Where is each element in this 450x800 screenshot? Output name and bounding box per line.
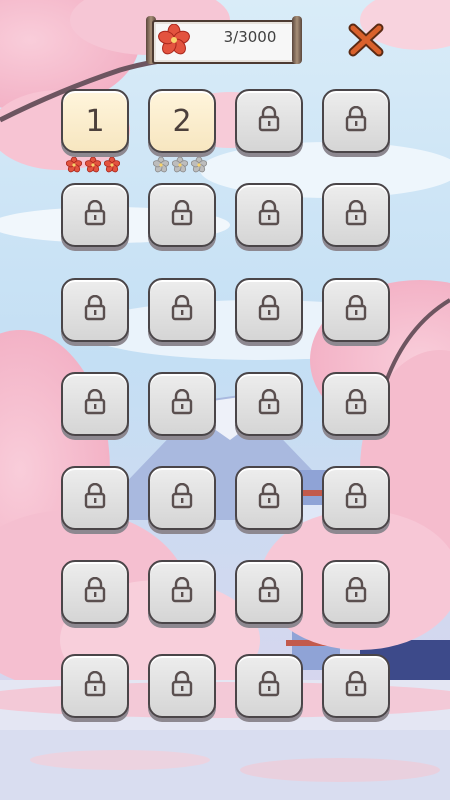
lock-icon	[171, 670, 193, 701]
star-empty-icon	[152, 156, 170, 177]
level-tile-locked[interactable]	[235, 278, 303, 342]
star-filled-icon	[103, 156, 121, 177]
level-number: 1	[85, 103, 105, 139]
level-tile-locked[interactable]	[148, 372, 216, 436]
level-tile-locked[interactable]	[148, 183, 216, 247]
lock-icon	[171, 576, 193, 607]
level-tile-1[interactable]: 1	[61, 89, 129, 153]
level-tile-locked[interactable]	[61, 372, 129, 436]
level-tile-locked[interactable]	[61, 654, 129, 718]
lock-icon	[258, 576, 280, 607]
level-tile-locked[interactable]	[61, 560, 129, 624]
level-tile-locked[interactable]	[235, 183, 303, 247]
level-tile-locked[interactable]	[322, 89, 390, 153]
lock-icon	[171, 482, 193, 513]
level-tile-locked[interactable]	[235, 372, 303, 436]
lock-icon	[345, 105, 367, 136]
lock-icon	[345, 294, 367, 325]
level-tile-2[interactable]: 2	[148, 89, 216, 153]
lock-icon	[345, 670, 367, 701]
level-stars	[152, 156, 208, 177]
star-empty-icon	[171, 156, 189, 177]
lock-icon	[171, 388, 193, 419]
lock-icon	[345, 199, 367, 230]
level-number: 2	[172, 103, 192, 139]
level-tile-locked[interactable]	[322, 560, 390, 624]
level-tile-locked[interactable]	[148, 466, 216, 530]
lock-icon	[345, 576, 367, 607]
level-tile-locked[interactable]	[322, 183, 390, 247]
level-tile-locked[interactable]	[322, 466, 390, 530]
close-icon	[348, 23, 384, 57]
level-tile-locked[interactable]	[235, 89, 303, 153]
lock-icon	[171, 294, 193, 325]
level-stars	[65, 156, 121, 177]
scroll-rod-right	[292, 16, 302, 64]
lock-icon	[171, 199, 193, 230]
lock-icon	[258, 294, 280, 325]
cherry-blossom-icon	[158, 24, 190, 55]
level-tile-locked[interactable]	[148, 560, 216, 624]
level-tile-locked[interactable]	[61, 278, 129, 342]
level-tile-locked[interactable]	[235, 466, 303, 530]
lock-icon	[84, 670, 106, 701]
lock-icon	[84, 576, 106, 607]
score-counter: 3/3000	[223, 28, 277, 46]
level-tile-locked[interactable]	[322, 372, 390, 436]
lock-icon	[258, 388, 280, 419]
lock-icon	[84, 294, 106, 325]
lock-icon	[84, 482, 106, 513]
lock-icon	[84, 199, 106, 230]
lock-icon	[258, 670, 280, 701]
level-tile-locked[interactable]	[322, 278, 390, 342]
lock-icon	[258, 105, 280, 136]
level-tile-locked[interactable]	[148, 654, 216, 718]
star-empty-icon	[190, 156, 208, 177]
level-tile-locked[interactable]	[235, 654, 303, 718]
star-filled-icon	[65, 156, 83, 177]
lock-icon	[258, 482, 280, 513]
score-scroll: 3/3000	[146, 16, 302, 64]
level-tile-locked[interactable]	[235, 560, 303, 624]
lock-icon	[258, 199, 280, 230]
level-tile-locked[interactable]	[322, 654, 390, 718]
star-filled-icon	[84, 156, 102, 177]
lock-icon	[345, 388, 367, 419]
level-tile-locked[interactable]	[61, 183, 129, 247]
lock-icon	[345, 482, 367, 513]
close-button[interactable]	[346, 22, 386, 58]
level-tile-locked[interactable]	[148, 278, 216, 342]
level-tile-locked[interactable]	[61, 466, 129, 530]
lock-icon	[84, 388, 106, 419]
